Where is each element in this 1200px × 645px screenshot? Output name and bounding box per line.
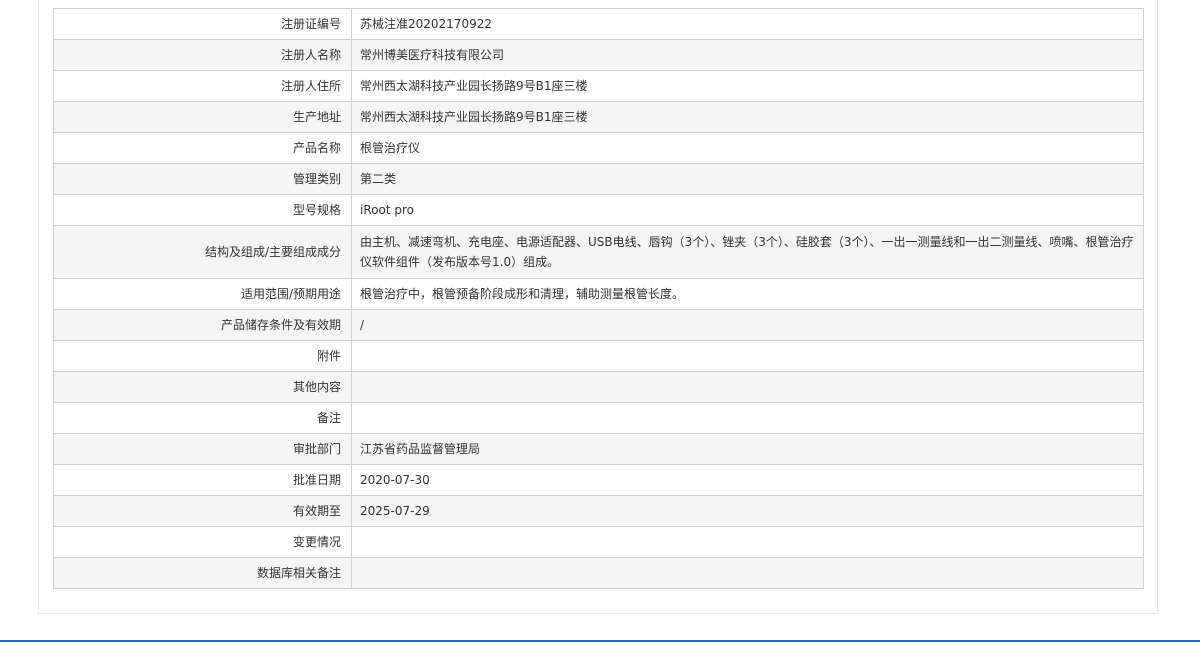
table-row: 产品名称 根管治疗仪 xyxy=(53,132,1144,164)
table-row: 注册人住所 常州西太湖科技产业园长扬路9号B1座三楼 xyxy=(53,70,1144,102)
table-row: 变更情况 xyxy=(53,526,1144,558)
table-row: 注册人名称 常州博美医疗科技有限公司 xyxy=(53,39,1144,71)
field-label: 注册人住所 xyxy=(53,70,352,102)
field-value: 常州西太湖科技产业园长扬路9号B1座三楼 xyxy=(351,101,1144,133)
table-row: 数据库相关备注 xyxy=(53,557,1144,589)
footer-divider xyxy=(0,640,1200,642)
field-label: 批准日期 xyxy=(53,464,352,496)
field-value: 第二类 xyxy=(351,163,1144,195)
field-label: 产品名称 xyxy=(53,132,352,164)
field-label: 产品储存条件及有效期 xyxy=(53,309,352,341)
field-label: 型号规格 xyxy=(53,194,352,226)
table-row: 产品储存条件及有效期 / xyxy=(53,309,1144,341)
table-row: 备注 xyxy=(53,402,1144,434)
field-value: 由主机、减速弯机、充电座、电源适配器、USB电线、唇钩（3个）、锉夹（3个）、硅… xyxy=(351,225,1144,279)
table-row: 适用范围/预期用途 根管治疗中，根管预备阶段成形和清理，辅助测量根管长度。 xyxy=(53,278,1144,310)
field-label: 数据库相关备注 xyxy=(53,557,352,589)
field-label: 注册人名称 xyxy=(53,39,352,71)
field-label: 管理类别 xyxy=(53,163,352,195)
field-value xyxy=(351,526,1144,558)
field-label: 有效期至 xyxy=(53,495,352,527)
field-value: iRoot pro xyxy=(351,194,1144,226)
field-label: 适用范围/预期用途 xyxy=(53,278,352,310)
field-value: 苏械注准20202170922 xyxy=(351,8,1144,40)
field-value: 常州西太湖科技产业园长扬路9号B1座三楼 xyxy=(351,70,1144,102)
table-row: 管理类别 第二类 xyxy=(53,163,1144,195)
field-value: 2025-07-29 xyxy=(351,495,1144,527)
table-row: 批准日期 2020-07-30 xyxy=(53,464,1144,496)
field-label: 其他内容 xyxy=(53,371,352,403)
field-value: 根管治疗仪 xyxy=(351,132,1144,164)
field-value xyxy=(351,371,1144,403)
table-row: 有效期至 2025-07-29 xyxy=(53,495,1144,527)
table-row: 结构及组成/主要组成成分 由主机、减速弯机、充电座、电源适配器、USB电线、唇钩… xyxy=(53,225,1144,279)
registration-detail-page: 注册证编号 苏械注准20202170922 注册人名称 常州博美医疗科技有限公司… xyxy=(0,0,1200,645)
table-row: 附件 xyxy=(53,340,1144,372)
field-label: 生产地址 xyxy=(53,101,352,133)
table-row: 型号规格 iRoot pro xyxy=(53,194,1144,226)
field-value: 常州博美医疗科技有限公司 xyxy=(351,39,1144,71)
field-value xyxy=(351,402,1144,434)
table-row: 审批部门 江苏省药品监督管理局 xyxy=(53,433,1144,465)
field-label: 注册证编号 xyxy=(53,8,352,40)
field-value xyxy=(351,557,1144,589)
registration-info-table: 注册证编号 苏械注准20202170922 注册人名称 常州博美医疗科技有限公司… xyxy=(53,8,1144,589)
field-value xyxy=(351,340,1144,372)
field-label: 备注 xyxy=(53,402,352,434)
table-row: 注册证编号 苏械注准20202170922 xyxy=(53,8,1144,40)
field-label: 审批部门 xyxy=(53,433,352,465)
table-row: 其他内容 xyxy=(53,371,1144,403)
field-label: 结构及组成/主要组成成分 xyxy=(53,225,352,279)
field-value: / xyxy=(351,309,1144,341)
field-value: 根管治疗中，根管预备阶段成形和清理，辅助测量根管长度。 xyxy=(351,278,1144,310)
field-label: 附件 xyxy=(53,340,352,372)
field-value: 2020-07-30 xyxy=(351,464,1144,496)
field-label: 变更情况 xyxy=(53,526,352,558)
field-value: 江苏省药品监督管理局 xyxy=(351,433,1144,465)
table-row: 生产地址 常州西太湖科技产业园长扬路9号B1座三楼 xyxy=(53,101,1144,133)
